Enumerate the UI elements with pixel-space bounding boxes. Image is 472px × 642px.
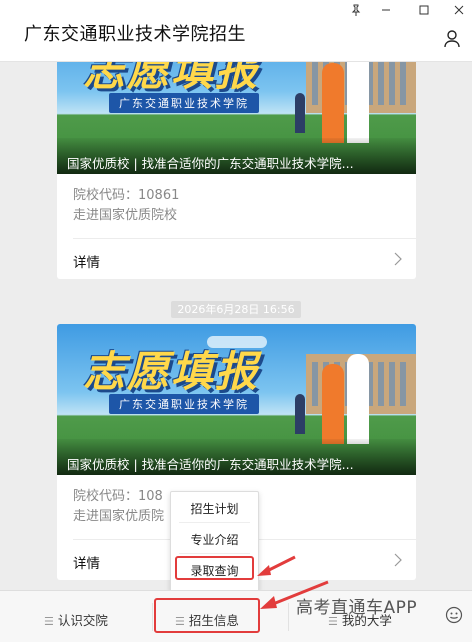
banner-caption: 国家优质校 | 找准合适你的广东交通职业技术学院...: [57, 138, 416, 174]
detail-label: 详情: [73, 556, 100, 572]
chevron-right-icon: [394, 252, 402, 270]
menu-item-major-intro[interactable]: 专业介绍: [171, 523, 258, 553]
emoji-icon[interactable]: [445, 606, 463, 628]
pin-icon[interactable]: [345, 4, 367, 20]
tab-about-college[interactable]: ☰ 认识交院: [0, 591, 152, 642]
close-icon[interactable]: [448, 4, 470, 20]
banner-title: 志愿填报: [83, 347, 260, 396]
annotation-arrow-icon: [260, 580, 329, 609]
article-banner[interactable]: 志愿填报 广东交通职业技术学院 国家优质校 | 找准合适你的广东交通职业技术学院…: [57, 62, 416, 174]
chevron-right-icon: [394, 553, 402, 571]
menu-item-admission-plan[interactable]: 招生计划: [171, 492, 258, 522]
article-banner[interactable]: 志愿填报 广东交通职业技术学院 国家优质校 | 找准合适你的广东交通职业技术学院…: [57, 324, 416, 475]
title-bar: 广东交通职业技术学院招生: [0, 0, 472, 62]
maximize-icon[interactable]: [413, 4, 435, 20]
tab-label: 认识交院: [57, 613, 108, 628]
submenu-popup: 招生计划 专业介绍 录取查询: [170, 491, 259, 592]
banner-subtitle: 广东交通职业技术学院: [109, 93, 259, 113]
menu-icon: ☰: [44, 615, 54, 628]
menu-item-admission-query[interactable]: 录取查询: [175, 556, 254, 580]
detail-link[interactable]: 详情: [57, 239, 416, 279]
banner-subtitle: 广东交通职业技术学院: [109, 394, 259, 414]
card-slogan: 走进国家优质院校: [73, 208, 178, 223]
college-code: 院校代码：10861: [73, 188, 180, 203]
user-icon[interactable]: [442, 28, 462, 52]
tab-admission-info[interactable]: ☰ 招生信息: [154, 598, 260, 633]
minimize-icon[interactable]: [375, 4, 397, 20]
window-title: 广东交通职业技术学院招生: [24, 24, 246, 45]
tab-label: 招生信息: [188, 613, 239, 628]
article-card[interactable]: 志愿填报 广东交通职业技术学院 国家优质校 | 找准合适你的广东交通职业技术学院…: [57, 62, 416, 279]
detail-label: 详情: [73, 255, 100, 271]
annotation-arrow-icon: [257, 555, 296, 576]
menu-icon: ☰: [175, 615, 185, 628]
message-timestamp: 2026年6月28日 16:56: [0, 298, 472, 318]
banner-caption: 国家优质校 | 找准合适你的广东交通职业技术学院...: [57, 439, 416, 475]
